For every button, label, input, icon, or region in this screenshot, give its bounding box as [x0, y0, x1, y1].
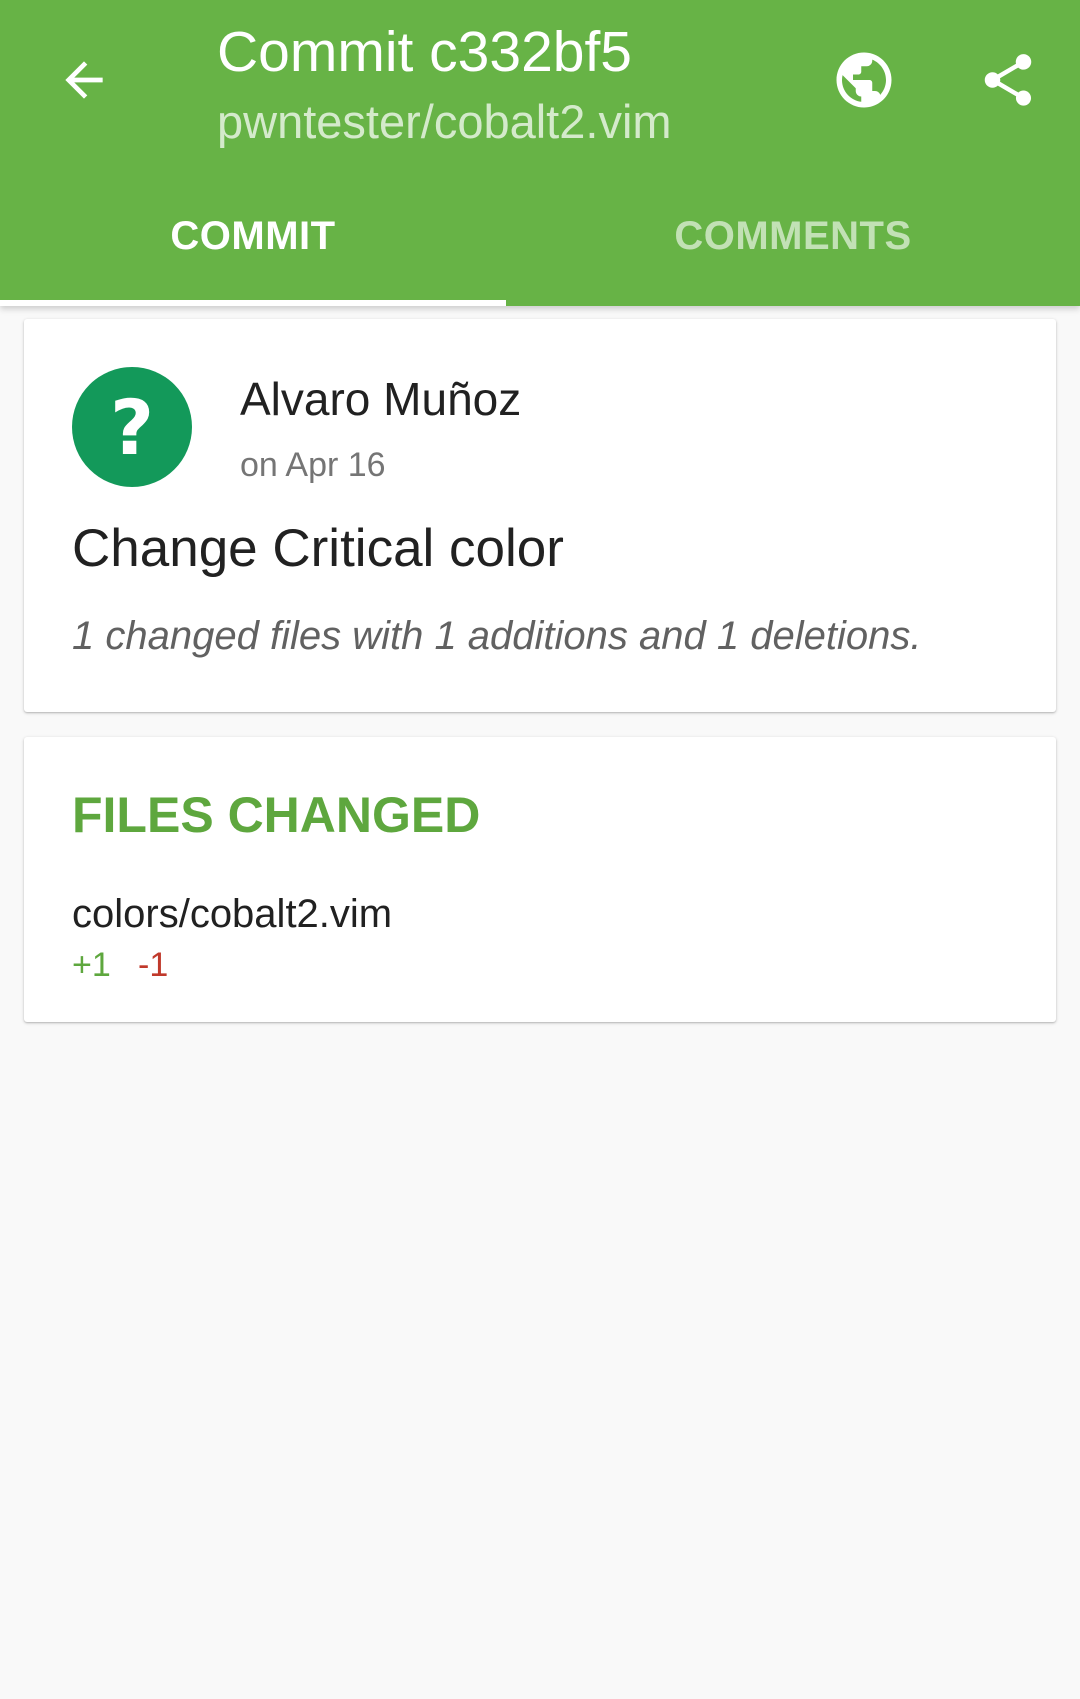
- commit-summary: 1 changed files with 1 additions and 1 d…: [72, 614, 922, 658]
- share-button[interactable]: [960, 32, 1056, 128]
- back-button[interactable]: [36, 32, 132, 128]
- globe-icon: [836, 52, 892, 108]
- repository-name: pwntester/cobalt2.vim: [217, 95, 672, 148]
- file-name: colors/cobalt2.vim: [72, 892, 393, 936]
- author-name[interactable]: Alvaro Muñoz: [240, 371, 521, 427]
- avatar-placeholder-glyph: ?: [109, 382, 155, 472]
- files-changed-heading: FILES CHANGED: [72, 787, 481, 843]
- files-changed-card: FILES CHANGED colors/cobalt2.vim +1 -1: [24, 737, 1056, 1022]
- tab-commit[interactable]: COMMIT: [0, 200, 506, 306]
- avatar[interactable]: ?: [72, 367, 192, 487]
- tab-comments[interactable]: COMMENTS: [540, 200, 1046, 306]
- file-deletions: -1: [138, 946, 169, 984]
- commit-card: ? Alvaro Muñoz on Apr 16 Change Critical…: [24, 319, 1056, 712]
- open-in-browser-button[interactable]: [816, 32, 912, 128]
- file-additions: +1: [72, 946, 111, 984]
- tab-indicator: [0, 300, 506, 306]
- tab-comments-label: COMMENTS: [674, 214, 912, 258]
- file-item[interactable]: colors/cobalt2.vim +1 -1: [24, 887, 1056, 997]
- page-title: Commit c332bf5: [217, 20, 633, 84]
- app-bar: Commit c332bf5 pwntester/cobalt2.vim COM…: [0, 0, 1080, 306]
- commit-message: Change Critical color: [72, 519, 564, 578]
- tab-commit-label: COMMIT: [170, 214, 336, 258]
- commit-date: on Apr 16: [240, 446, 386, 484]
- arrow-back-icon: [65, 61, 103, 99]
- share-icon: [984, 54, 1032, 106]
